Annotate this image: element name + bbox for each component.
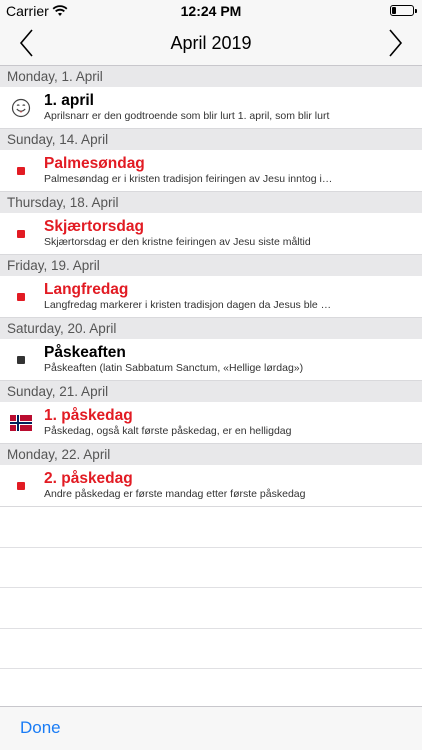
event-title: 1. april xyxy=(44,92,94,109)
event-row[interactable]: 1. april Aprilsnarr er den godtroende som… xyxy=(0,87,422,129)
event-row[interactable]: Langfredag Langfredag markerer i kristen … xyxy=(0,276,422,318)
smiley-icon xyxy=(10,97,32,119)
section-header: Sunday, 14. April xyxy=(0,129,422,150)
chevron-right-icon xyxy=(389,29,403,57)
event-list: Monday, 1. April 1. april Aprilsnarr er de… xyxy=(0,66,422,710)
status-time: 12:24 PM xyxy=(180,3,242,19)
section-header: Sunday, 21. April xyxy=(0,381,422,402)
section-header: Saturday, 20. April xyxy=(0,318,422,339)
event-title: Skjærtorsdag xyxy=(44,218,144,235)
event-title: Langfredag xyxy=(44,281,129,298)
event-subtitle: Aprilsnarr er den godtroende som blir lu… xyxy=(44,110,330,122)
event-title: Påskeaften xyxy=(44,344,126,361)
bottom-toolbar: Done xyxy=(0,706,422,750)
event-subtitle: Påskedag, også kalt første påskedag, er … xyxy=(44,425,292,437)
event-row[interactable]: Palmesøndag Palmesøndag er i kristen trad… xyxy=(0,150,422,192)
empty-row xyxy=(0,507,422,548)
red-square-icon xyxy=(10,475,32,497)
next-month-button[interactable] xyxy=(380,26,410,60)
event-subtitle: Langfredag markerer i kristen tradisjon … xyxy=(44,299,334,311)
status-bar: Carrier 12:24 PM xyxy=(0,0,422,22)
event-subtitle: Skjærtorsdag er den kristne feiringen av… xyxy=(44,236,311,248)
section-header: Monday, 22. April xyxy=(0,444,422,465)
event-title: 1. påskedag xyxy=(44,407,133,424)
norway-flag-icon xyxy=(10,412,32,434)
section-header: Thursday, 18. April xyxy=(0,192,422,213)
section-header: Friday, 19. April xyxy=(0,255,422,276)
empty-row xyxy=(0,629,422,669)
event-row[interactable]: Påskeaften Påskeaften (latin Sabbatum San… xyxy=(0,339,422,381)
event-subtitle: Påskeaften (latin Sabbatum Sanctum, «Hel… xyxy=(44,362,304,374)
event-title: Palmesøndag xyxy=(44,155,145,172)
empty-row xyxy=(0,588,422,629)
navigation-bar: April 2019 xyxy=(0,22,422,66)
event-row[interactable]: 1. påskedag Påskedag, også kalt første på… xyxy=(0,402,422,444)
event-subtitle: Palmesøndag er i kristen tradisjon feiri… xyxy=(44,173,334,185)
event-title: 2. påskedag xyxy=(44,470,133,487)
done-button[interactable]: Done xyxy=(20,718,61,738)
event-row[interactable]: 2. påskedag Andre påskedag er første mand… xyxy=(0,465,422,507)
red-square-icon xyxy=(10,160,32,182)
dark-square-icon xyxy=(10,349,32,371)
event-subtitle: Andre påskedag er første mandag etter fø… xyxy=(44,488,306,500)
section-header: Monday, 1. April xyxy=(0,66,422,87)
red-square-icon xyxy=(10,286,32,308)
empty-row xyxy=(0,548,422,588)
month-title: April 2019 xyxy=(170,33,252,53)
event-row[interactable]: Skjærtorsdag Skjærtorsdag er den kristne … xyxy=(0,213,422,255)
red-square-icon xyxy=(10,223,32,245)
battery-icon xyxy=(390,5,417,16)
empty-row xyxy=(0,669,422,710)
